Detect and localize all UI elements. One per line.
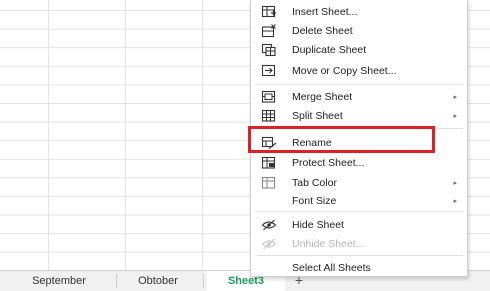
menu-item-insert-sheet[interactable]: Insert Sheet... [251,2,467,21]
unhide-sheet-icon [261,237,277,251]
menu-item-hide-sheet[interactable]: Hide Sheet [251,215,467,234]
tab-color-icon [261,176,277,190]
sheet-tab-september[interactable]: September [4,271,114,291]
menu-item-split-sheet[interactable]: Split Sheet ▸ [251,106,467,125]
protect-sheet-icon [261,156,277,170]
tab-divider [116,274,117,288]
menu-item-label: Split Sheet [292,109,343,122]
menu-item-label: Insert Sheet... [292,5,358,18]
merge-sheet-icon [261,90,277,104]
menu-item-move-copy-sheet[interactable]: Move or Copy Sheet... [251,61,467,80]
menu-item-label: Duplicate Sheet [292,43,367,56]
menu-item-label: Move or Copy Sheet... [292,64,397,77]
menu-item-rename[interactable]: Rename [251,133,467,152]
menu-item-duplicate-sheet[interactable]: Duplicate Sheet [251,40,467,59]
menu-item-label: Unhide Sheet... [292,237,365,250]
move-sheet-icon [261,64,277,78]
menu-divider [257,128,463,129]
submenu-arrow-icon: ▸ [453,112,457,120]
menu-item-protect-sheet[interactable]: Protect Sheet... [251,153,467,172]
menu-item-label: Select All Sheets [292,261,371,274]
menu-divider [257,211,463,212]
menu-item-label: Protect Sheet... [292,156,365,169]
delete-sheet-icon [261,24,277,38]
menu-item-label: Hide Sheet [292,218,344,231]
menu-item-font-size[interactable]: Font Size ▸ [251,191,467,210]
menu-item-label: Rename [292,136,332,149]
sheet-context-menu: Insert Sheet... Delete Sheet Duplicate S… [250,0,468,277]
menu-divider [257,255,463,256]
menu-item-delete-sheet[interactable]: Delete Sheet [251,21,467,40]
menu-item-unhide-sheet: Unhide Sheet... [251,234,467,253]
menu-item-tab-color[interactable]: Tab Color ▸ [251,173,467,192]
insert-sheet-icon [261,5,277,19]
menu-divider [257,84,463,85]
submenu-arrow-icon: ▸ [453,93,457,101]
menu-item-merge-sheet[interactable]: Merge Sheet ▸ [251,87,467,106]
menu-item-label: Delete Sheet [292,24,353,37]
menu-item-label: Tab Color [292,176,337,189]
hide-sheet-icon [261,218,277,232]
menu-item-select-all-sheets[interactable]: Select All Sheets [251,258,467,277]
submenu-arrow-icon: ▸ [453,179,457,187]
tab-divider [203,274,204,288]
rename-icon [261,136,277,150]
duplicate-sheet-icon [261,43,277,57]
menu-item-label: Merge Sheet [292,90,353,103]
split-sheet-icon [261,109,277,123]
submenu-arrow-icon: ▸ [453,197,457,205]
menu-item-label: Font Size [292,194,337,207]
sheet-tab-obtober[interactable]: Obtober [118,271,198,291]
